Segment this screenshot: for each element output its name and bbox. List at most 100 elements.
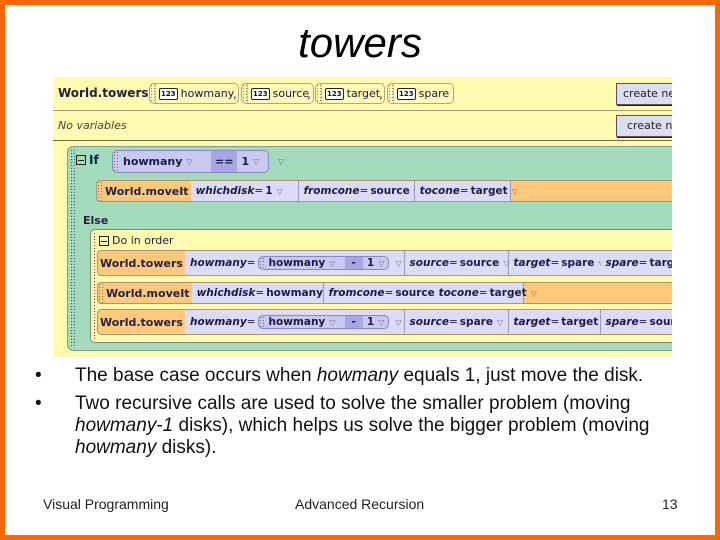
- else-label: Else: [83, 214, 109, 227]
- arg-fromcone[interactable]: fromcone = source▽: [298, 181, 420, 201]
- arg-spare[interactable]: spare = source▽: [600, 310, 672, 334]
- emphasis: howmany: [75, 437, 157, 458]
- arg-value: source: [370, 185, 410, 197]
- value: 1: [241, 155, 250, 168]
- drag-handle[interactable]: [316, 84, 322, 103]
- arg-value: target: [561, 316, 599, 328]
- dropdown-icon[interactable]: ▽: [329, 259, 335, 268]
- arg-value: source: [649, 316, 672, 328]
- create-new-variable-button[interactable]: create new: [616, 115, 672, 137]
- arg-target[interactable]: target = spare▽: [508, 251, 605, 275]
- if-label: If: [89, 153, 99, 167]
- equals: =: [448, 257, 458, 269]
- if-condition[interactable]: howmany ▽ == 1 ▽: [112, 150, 269, 173]
- create-new-parameter-button[interactable]: create new: [616, 83, 672, 105]
- no-variables-label: No variables: [58, 119, 127, 132]
- condition-operator[interactable]: ==: [211, 151, 238, 172]
- callee-name: World.moveIt: [105, 184, 189, 198]
- arg-name: whichdisk: [195, 185, 255, 197]
- equals: =: [638, 316, 648, 328]
- parameter-source[interactable]: 123 source: [241, 83, 315, 104]
- separator: ,: [233, 87, 237, 101]
- if-statement-moveit[interactable]: World.moveIt whichdisk = 1 ▽ fromcone = s…: [96, 180, 672, 202]
- arg-howmany[interactable]: howmany = howmany ▽ - 1 ▽ ▽: [184, 251, 405, 275]
- value: howmany: [123, 155, 183, 168]
- parameter-target[interactable]: 123 target: [315, 83, 386, 104]
- dropdown-icon[interactable]: ▽: [378, 318, 384, 327]
- parameter-name: spare: [418, 87, 450, 100]
- arg-value: target: [649, 257, 672, 269]
- arg-name: howmany: [189, 257, 247, 269]
- do-in-order-block[interactable]: Do in order World.towers howmany = howma…: [90, 229, 672, 343]
- arg-source[interactable]: source = source ▽: [404, 251, 509, 275]
- collapse-toggle-icon[interactable]: [76, 155, 86, 165]
- parameter-spare[interactable]: 123 spare: [387, 83, 455, 104]
- number-type-icon: 123: [325, 87, 344, 100]
- dropdown-icon[interactable]: ▽: [329, 318, 335, 327]
- arg-name: target: [513, 257, 551, 269]
- callee-name: World.moveIt: [106, 286, 190, 300]
- condition-right[interactable]: 1 ▽: [237, 151, 263, 172]
- arg-value: source: [395, 287, 435, 299]
- else-statement-moveit[interactable]: World.moveIt whichdisk = howmany▽ fromco…: [97, 282, 672, 304]
- dropdown-icon[interactable]: ▽: [378, 259, 384, 268]
- arg-target[interactable]: target = target▽: [508, 310, 608, 334]
- drag-handle[interactable]: [388, 84, 394, 103]
- if-else-block[interactable]: If howmany ▽ == 1 ▽ ▽ World.moveIt whichdi…: [67, 146, 672, 351]
- arg-name: source: [409, 316, 449, 328]
- arg-source[interactable]: source = spare ▽: [404, 310, 509, 334]
- do-in-order-header: Do in order: [99, 234, 174, 247]
- value: howmany: [268, 316, 326, 328]
- arg-name: spare: [605, 316, 639, 328]
- arg-tocone[interactable]: tocone = target ▽: [433, 283, 537, 303]
- expr-left[interactable]: howmany ▽: [265, 316, 345, 328]
- arg-name: tocone: [419, 185, 460, 197]
- arg-value: spare: [459, 316, 493, 328]
- expr-left[interactable]: howmany ▽: [265, 257, 345, 269]
- arg-howmany[interactable]: howmany = howmany ▽ - 1 ▽ ▽: [184, 310, 405, 334]
- method-editor: World.towers 123 howmany , 123 source , 12…: [53, 77, 672, 357]
- dropdown-icon[interactable]: ▽: [277, 187, 283, 196]
- arg-name: target: [513, 316, 551, 328]
- number-type-icon: 123: [159, 87, 178, 100]
- else-statement-towers-2[interactable]: World.towers howmany = howmany ▽ - 1 ▽ ▽ s…: [97, 309, 672, 335]
- condition-dropdown-icon[interactable]: ▽: [278, 157, 284, 166]
- dropdown-icon[interactable]: ▽: [253, 157, 259, 166]
- drag-handle[interactable]: [70, 149, 75, 348]
- collapse-toggle-icon[interactable]: [99, 235, 109, 246]
- arg-whichdisk[interactable]: whichdisk = howmany▽: [191, 283, 333, 303]
- else-statement-towers-1[interactable]: World.towers howmany = howmany ▽ - 1 ▽ ▽ s…: [97, 250, 672, 276]
- arg-whichdisk[interactable]: whichdisk = 1 ▽: [190, 181, 299, 201]
- arg-fromcone[interactable]: fromcone = source▽: [323, 283, 445, 303]
- expr-right[interactable]: 1 ▽: [363, 257, 388, 269]
- dropdown-icon[interactable]: ▽: [531, 289, 537, 298]
- dropdown-icon[interactable]: ▽: [395, 318, 401, 327]
- arg-spare[interactable]: spare = target▽: [600, 251, 672, 275]
- arg-value: howmany: [266, 287, 323, 299]
- drag-handle[interactable]: [242, 84, 248, 103]
- separator: ,: [307, 87, 311, 101]
- condition-left[interactable]: howmany ▽: [119, 151, 211, 172]
- number-type-icon: 123: [397, 87, 416, 100]
- arg-tocone[interactable]: tocone = target ▽: [414, 181, 518, 201]
- parameter-howmany[interactable]: 123 howmany: [149, 83, 240, 104]
- expr-operator[interactable]: -: [344, 316, 363, 328]
- equals: =: [384, 287, 394, 299]
- bullet-marker: •: [35, 393, 42, 414]
- text: Two recursive calls are used to solve th…: [75, 393, 631, 414]
- dropdown-icon[interactable]: ▽: [186, 157, 192, 166]
- drag-handle[interactable]: [150, 84, 156, 103]
- dropdown-icon[interactable]: ▽: [395, 259, 401, 268]
- arg-value: target: [489, 287, 527, 299]
- if-header: If: [76, 153, 99, 167]
- dropdown-icon[interactable]: ▽: [497, 318, 503, 327]
- arg-name: tocone: [438, 287, 479, 299]
- expr-operator[interactable]: -: [344, 257, 363, 269]
- subtraction-expression[interactable]: howmany ▽ - 1 ▽: [257, 315, 390, 329]
- expr-right[interactable]: 1 ▽: [363, 316, 388, 328]
- equals: =: [550, 257, 560, 269]
- dropdown-icon[interactable]: ▽: [512, 187, 518, 196]
- equals: =: [255, 287, 265, 299]
- value: 1: [366, 257, 375, 269]
- subtraction-expression[interactable]: howmany ▽ - 1 ▽: [257, 256, 390, 270]
